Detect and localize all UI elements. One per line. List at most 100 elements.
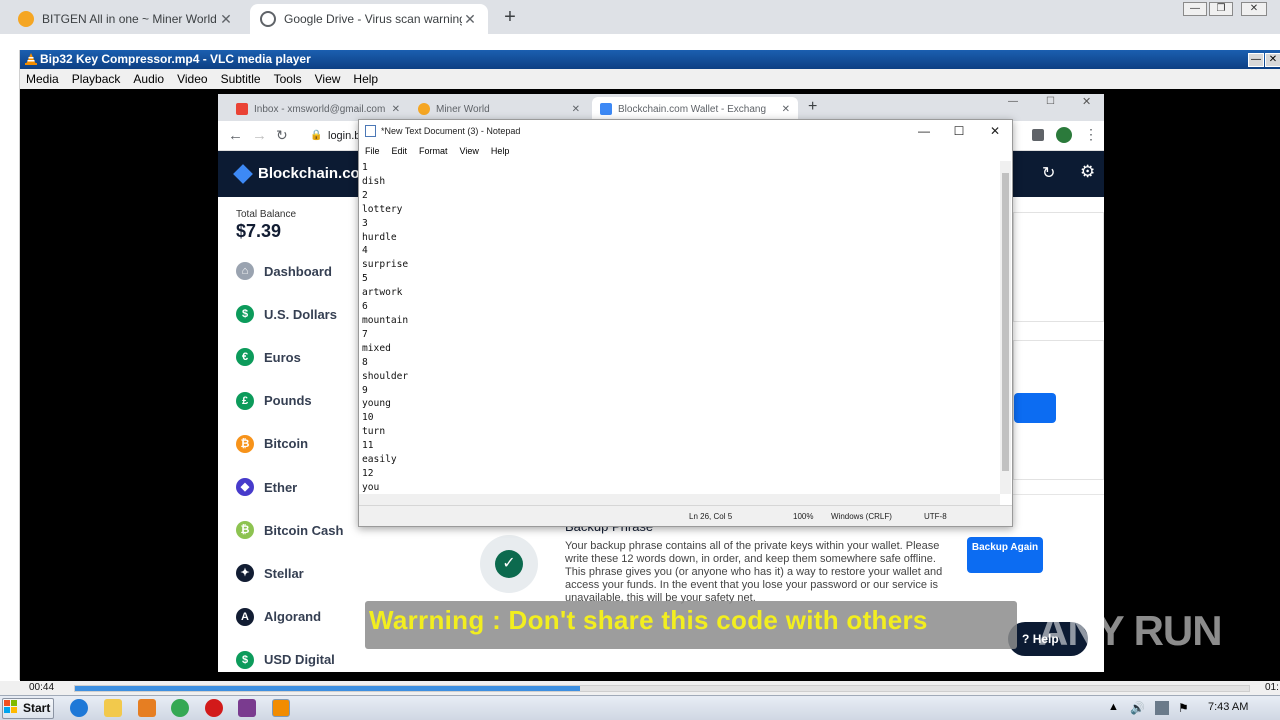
background-window-edge <box>0 50 20 680</box>
sidebar-item-algorand: A Algorand <box>236 605 321 629</box>
inner-tab-blockchain: Blockchain.com Wallet - Exchang ✕ <box>592 97 798 121</box>
sidebar-item-bitcoin-cash: ₿ Bitcoin Cash <box>236 518 343 542</box>
subtitle-box: Warrning : Don't share this code with ot… <box>365 601 1017 649</box>
sidebar-item-ether: ◆ Ether <box>236 475 297 499</box>
notepad-line: 4 <box>362 245 368 257</box>
notepad-line: 10 <box>362 412 374 424</box>
sidebar-item-label: U.S. Dollars <box>264 306 337 322</box>
chrome-icon[interactable] <box>171 699 189 717</box>
menu-playback[interactable]: Playback <box>72 72 121 86</box>
menu-audio[interactable]: Audio <box>133 72 164 86</box>
notepad-line: 2 <box>362 189 368 201</box>
winrar-icon[interactable] <box>238 699 256 717</box>
profile-avatar <box>1056 127 1072 143</box>
status-line-ending: Windows (CRLF) <box>831 512 892 521</box>
vlc-minimize-button[interactable]: — <box>1248 53 1264 67</box>
backup-check-badge: ✓ <box>480 535 538 593</box>
notepad-line: 6 <box>362 301 368 313</box>
sidebar-item-usd-digital: $ USD Digital <box>236 648 335 672</box>
sidebar-item-dashboard: ⌂ Dashboard <box>236 259 332 283</box>
window-title: Bip32 Key Compressor.mp4 - VLC media pla… <box>40 52 311 66</box>
backup-description: Your backup phrase contains all of the p… <box>565 540 943 604</box>
vlc-taskbar-icon[interactable] <box>272 699 290 717</box>
notepad-line: lottery <box>362 203 403 215</box>
menu-subtitle[interactable]: Subtitle <box>221 72 261 86</box>
close-icon: ✕ <box>989 124 1001 138</box>
blockchain-favicon-icon <box>600 103 612 115</box>
side-card <box>1013 340 1104 480</box>
minimize-button[interactable]: — <box>1183 2 1207 16</box>
total-balance-label: Total Balance <box>236 209 297 220</box>
vertical-scrollbar-thumb <box>1002 173 1009 471</box>
menu-video[interactable]: Video <box>177 72 207 86</box>
notepad-line: mixed <box>362 342 391 354</box>
host-tab-bitgen[interactable]: BITGEN All in one ~ Miner World ✕ <box>8 4 244 34</box>
bitcoin-cash-icon: ₿ <box>236 521 254 540</box>
maximize-icon: ☐ <box>1046 96 1055 107</box>
sidebar-item-label: Euros <box>264 349 301 365</box>
horizontal-scrollbar <box>359 494 1000 505</box>
sidebar-item-bitcoin: ₿ Bitcoin <box>236 432 308 456</box>
maximize-icon: ☐ <box>953 124 965 138</box>
menu-view[interactable]: View <box>315 72 341 86</box>
more-menu-icon: ⋮ <box>1084 126 1098 142</box>
sidebar-item-label: Dashboard <box>264 263 332 279</box>
globe-icon <box>260 11 276 27</box>
menu-help[interactable]: Help <box>353 72 378 86</box>
total-balance-value: $7.39 <box>236 221 282 241</box>
maximize-button[interactable]: ❐ <box>1209 2 1233 16</box>
tab-title: Inbox - xmsworld@gmail.com - G <box>254 103 388 115</box>
close-icon: ✕ <box>571 103 580 115</box>
seek-bar-progress <box>75 686 580 691</box>
sidebar-item-label: Algorand <box>264 609 322 625</box>
miner-world-favicon-icon <box>18 11 34 27</box>
new-tab-icon: + <box>808 98 818 115</box>
notepad-line: hurdle <box>362 231 397 243</box>
logo-text: Blockchain.co <box>258 165 360 182</box>
video-area[interactable]: Inbox - xmsworld@gmail.com - G ✕ Miner W… <box>20 89 1280 681</box>
flag-icon[interactable]: ⚑ <box>1178 701 1192 715</box>
status-encoding: UTF-8 <box>924 512 947 521</box>
volume-icon[interactable]: 🔊 <box>1130 701 1145 715</box>
gmail-icon <box>236 103 248 115</box>
menu-tools[interactable]: Tools <box>274 72 302 86</box>
blockchain-logo-icon <box>233 163 253 184</box>
windows-logo-icon <box>4 700 17 713</box>
tray-expand-icon[interactable]: ▲ <box>1108 701 1122 715</box>
card-button <box>1014 393 1056 423</box>
miner-world-favicon-icon <box>418 103 430 115</box>
vlc-menu-bar: Media Playback Audio Video Subtitle Tool… <box>20 69 1280 89</box>
close-icon[interactable]: ✕ <box>462 11 478 28</box>
host-address-bar[interactable] <box>0 34 1280 50</box>
notepad-line: you <box>362 481 380 493</box>
backup-again-button: Backup Again <box>967 537 1043 573</box>
stellar-icon: ✦ <box>236 564 254 583</box>
inner-tab-miner-world: Miner World ✕ <box>410 97 588 121</box>
new-tab-button[interactable]: + <box>498 6 522 30</box>
notepad-line: young <box>362 398 391 410</box>
tab-title: Blockchain.com Wallet - Exchang <box>618 103 767 115</box>
opera-icon[interactable] <box>205 699 223 717</box>
file-explorer-icon[interactable] <box>104 699 122 717</box>
sidebar-item-label: Bitcoin <box>264 436 309 452</box>
notepad-line: 1 <box>362 162 368 173</box>
notepad-text-area: 1 dish 2 lottery 3 hurdle 4 surprise 5 artwork 6 mo… <box>362 161 1000 493</box>
internet-explorer-icon[interactable] <box>70 699 88 717</box>
tray-clock[interactable]: 7:43 AM <box>1208 701 1248 713</box>
host-tab-google-drive[interactable]: Google Drive - Virus scan warning ✕ <box>250 4 488 34</box>
side-card <box>1013 212 1104 322</box>
minimize-icon: — <box>918 124 930 138</box>
dollar-icon: $ <box>236 305 254 324</box>
vlc-close-button[interactable]: ✕ <box>1265 53 1280 67</box>
menu-media[interactable]: Media <box>26 72 59 86</box>
close-button[interactable]: ✕ <box>1241 2 1267 16</box>
home-icon: ⌂ <box>236 262 254 280</box>
status-zoom: 100% <box>793 512 814 521</box>
media-player-icon[interactable] <box>138 699 156 717</box>
close-icon[interactable]: ✕ <box>218 11 234 28</box>
notepad-line: mountain <box>362 314 409 326</box>
seek-bar[interactable] <box>74 685 1250 692</box>
notepad-menu-file: File <box>365 146 380 156</box>
network-icon[interactable] <box>1155 701 1169 715</box>
close-icon: ✕ <box>1082 96 1092 108</box>
